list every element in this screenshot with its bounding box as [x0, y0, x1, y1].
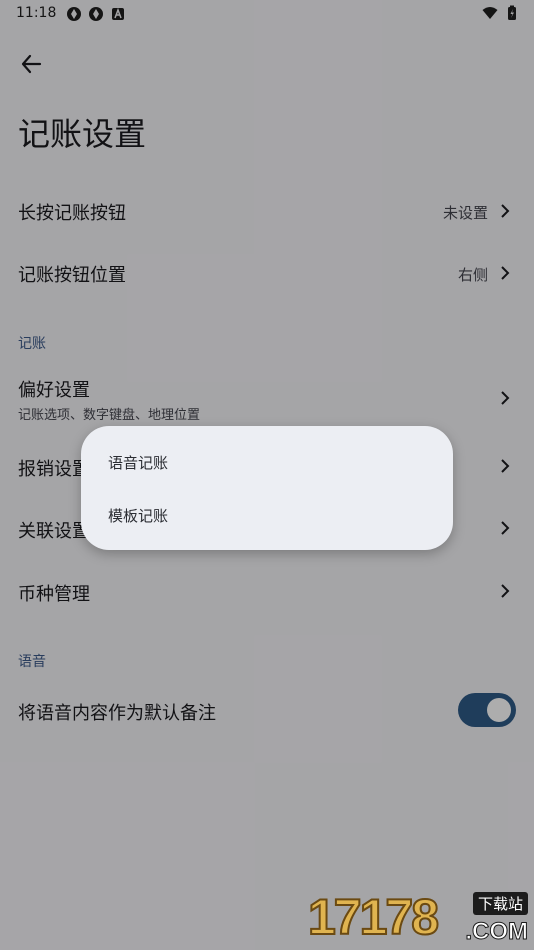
watermark-domain: .COM [465, 918, 529, 946]
watermark-badge: 下载站 [472, 892, 528, 915]
site-watermark: 17178 下载站 .COM [307, 888, 530, 948]
watermark-digits: 17178 [307, 888, 440, 946]
menu-item-label: 模板记账 [108, 507, 169, 525]
record-type-menu: 语音记账 模板记账 [81, 426, 453, 550]
menu-item-template-record[interactable]: 模板记账 [81, 489, 453, 543]
menu-item-voice-record[interactable]: 语音记账 [81, 436, 453, 490]
menu-item-label: 语音记账 [108, 454, 169, 472]
